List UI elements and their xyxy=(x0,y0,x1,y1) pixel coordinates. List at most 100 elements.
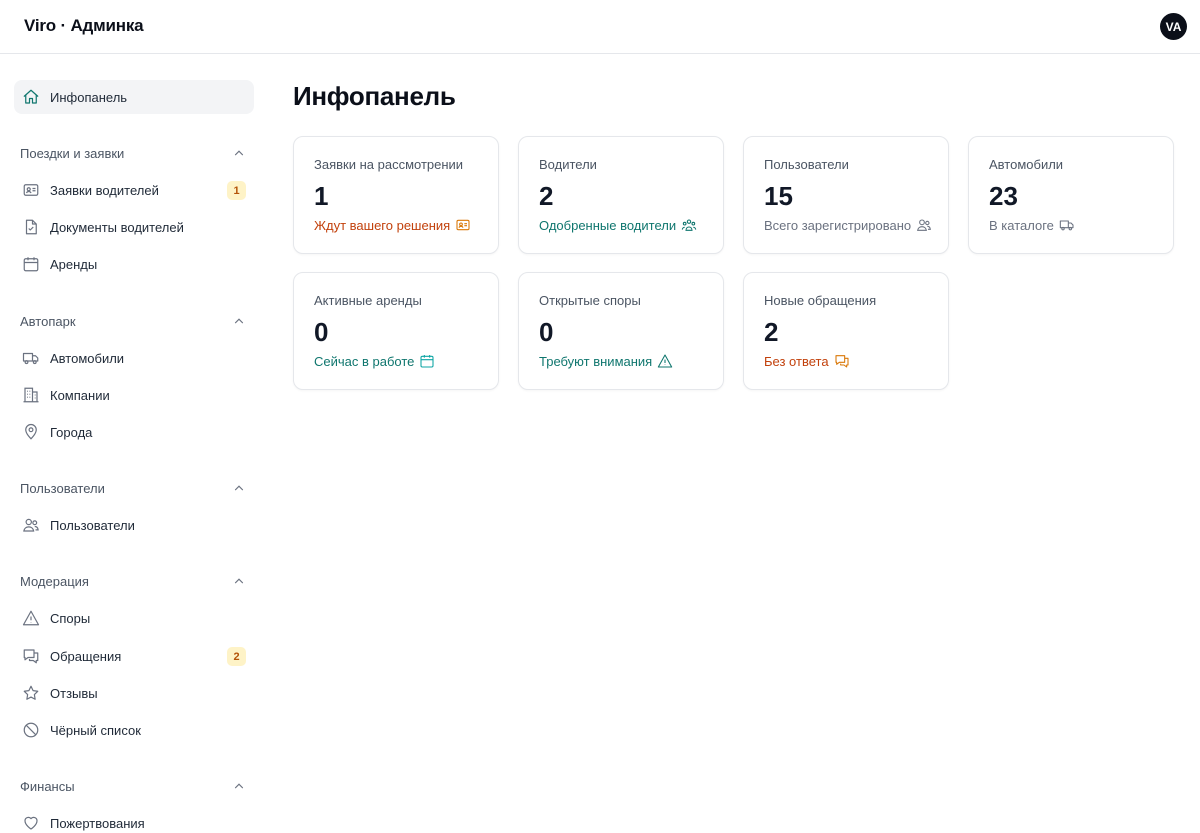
sidebar-item-blacklist[interactable]: Чёрный список xyxy=(14,713,254,747)
sidebar-item-label: Пользователи xyxy=(50,517,135,533)
card-footer-text: Требуют внимания xyxy=(539,353,653,369)
truck-icon xyxy=(1059,217,1075,233)
card-value: 2 xyxy=(764,317,779,347)
stat-card-pending-applications[interactable]: Заявки на рассмотрении 1 Ждут вашего реш… xyxy=(293,136,499,254)
sidebar-item-label: Заявки водителей xyxy=(50,182,159,198)
sidebar-item-dashboard[interactable]: Инфопанель xyxy=(14,80,254,114)
section-moderation-toggle[interactable]: Модерация xyxy=(20,571,246,591)
section-finance-toggle[interactable]: Финансы xyxy=(20,776,246,796)
card-footer: Без ответа xyxy=(764,353,948,369)
document-icon xyxy=(21,217,41,237)
stat-card-active-rentals[interactable]: Активные аренды 0 Сейчас в работе xyxy=(293,272,499,390)
sidebar-item-cities[interactable]: Города xyxy=(14,415,254,449)
card-value: 0 xyxy=(314,317,329,347)
top-bar: Viro · Админка VA xyxy=(0,0,1200,54)
card-value: 23 xyxy=(989,181,1018,211)
chevron-up-icon xyxy=(232,146,246,160)
stat-card-new-tickets[interactable]: Новые обращения 2 Без ответа xyxy=(743,272,949,390)
sidebar-item-driver-applications[interactable]: Заявки водителей 1 xyxy=(14,173,254,207)
card-footer-text: Сейчас в работе xyxy=(314,353,415,369)
sidebar-item-label: Города xyxy=(50,424,93,440)
map-pin-icon xyxy=(21,422,41,442)
card-label: Пользователи xyxy=(764,157,849,172)
section-fleet-toggle[interactable]: Автопарк xyxy=(20,311,246,331)
card-label: Открытые споры xyxy=(539,293,641,308)
section-title: Финансы xyxy=(20,778,75,794)
sidebar-item-label: Чёрный список xyxy=(50,722,141,738)
card-label: Заявки на рассмотрении xyxy=(314,157,464,172)
user-group-icon xyxy=(681,217,697,233)
card-footer-text: Всего зарегистрировано xyxy=(764,217,912,233)
home-icon xyxy=(21,87,41,107)
chevron-up-icon xyxy=(232,314,246,328)
stat-card-drivers[interactable]: Водители 2 Одобренные водители xyxy=(518,136,724,254)
users-icon xyxy=(21,515,41,535)
chevron-up-icon xyxy=(232,779,246,793)
count-badge: 2 xyxy=(227,647,246,666)
card-footer: Одобренные водители xyxy=(539,217,723,233)
card-footer: Ждут вашего решения xyxy=(314,217,498,233)
section-title: Модерация xyxy=(20,573,89,589)
card-value: 15 xyxy=(764,181,793,211)
stat-card-cars[interactable]: Автомобили 23 В каталоге xyxy=(968,136,1174,254)
sidebar-item-reviews[interactable]: Отзывы xyxy=(14,676,254,710)
section-title: Пользователи xyxy=(20,480,105,496)
card-label: Новые обращения xyxy=(764,293,877,308)
id-card-icon xyxy=(455,217,471,233)
section-title: Поездки и заявки xyxy=(20,145,125,161)
card-footer-text: Одобренные водители xyxy=(539,217,677,233)
calendar-icon xyxy=(21,254,41,274)
sidebar-item-cars[interactable]: Автомобили xyxy=(14,341,254,375)
card-footer: В каталоге xyxy=(989,217,1173,233)
avatar[interactable]: VA xyxy=(1160,13,1187,40)
card-footer-text: Ждут вашего решения xyxy=(314,217,451,233)
sidebar-item-label: Обращения xyxy=(50,648,122,664)
heart-icon xyxy=(21,813,41,833)
page-title: Инфопанель xyxy=(293,81,456,111)
sidebar-item-label: Инфопанель xyxy=(50,89,128,105)
sidebar-item-label: Аренды xyxy=(50,256,98,272)
sidebar-item-label: Компании xyxy=(50,387,110,403)
sidebar-item-companies[interactable]: Компании xyxy=(14,378,254,412)
section-trips-toggle[interactable]: Поездки и заявки xyxy=(20,143,246,163)
sidebar-item-label: Автомобили xyxy=(50,350,125,366)
chevron-up-icon xyxy=(232,481,246,495)
card-label: Водители xyxy=(539,157,597,172)
truck-icon xyxy=(21,348,41,368)
card-footer: Требуют внимания xyxy=(539,353,723,369)
section-users-toggle[interactable]: Пользователи xyxy=(20,478,246,498)
warning-icon xyxy=(657,353,673,369)
sidebar-item-users[interactable]: Пользователи xyxy=(14,508,254,542)
sidebar-item-label: Отзывы xyxy=(50,685,98,701)
calendar-icon xyxy=(419,353,435,369)
sidebar-item-rentals[interactable]: Аренды xyxy=(14,247,254,281)
card-label: Автомобили xyxy=(989,157,1064,172)
sidebar-item-label: Документы водителей xyxy=(50,219,184,235)
app-title[interactable]: Viro · Админка xyxy=(24,16,144,36)
card-footer: Всего зарегистрировано xyxy=(764,217,948,233)
sidebar: Инфопанель Поездки и заявки Заявки водит… xyxy=(0,55,268,833)
card-value: 1 xyxy=(314,181,329,211)
building-icon xyxy=(21,385,41,405)
sidebar-item-label: Споры xyxy=(50,610,91,626)
ban-icon xyxy=(21,720,41,740)
id-card-icon xyxy=(21,180,41,200)
chevron-up-icon xyxy=(232,574,246,588)
stat-card-open-disputes[interactable]: Открытые споры 0 Требуют внимания xyxy=(518,272,724,390)
sidebar-item-donations[interactable]: Пожертвования xyxy=(14,806,254,833)
star-icon xyxy=(21,683,41,703)
sidebar-item-label: Пожертвования xyxy=(50,815,145,831)
warning-icon xyxy=(21,608,41,628)
sidebar-item-driver-documents[interactable]: Документы водителей xyxy=(14,210,254,244)
chat-icon xyxy=(834,353,850,369)
sidebar-item-disputes[interactable]: Споры xyxy=(14,601,254,635)
card-value: 2 xyxy=(539,181,554,211)
sidebar-item-tickets[interactable]: Обращения 2 xyxy=(14,639,254,673)
card-value: 0 xyxy=(539,317,554,347)
stat-card-users[interactable]: Пользователи 15 Всего зарегистрировано xyxy=(743,136,949,254)
card-label: Активные аренды xyxy=(314,293,422,308)
card-footer-text: Без ответа xyxy=(764,353,829,369)
users-icon xyxy=(916,217,932,233)
section-title: Автопарк xyxy=(20,313,76,329)
card-footer-text: В каталоге xyxy=(989,217,1054,233)
